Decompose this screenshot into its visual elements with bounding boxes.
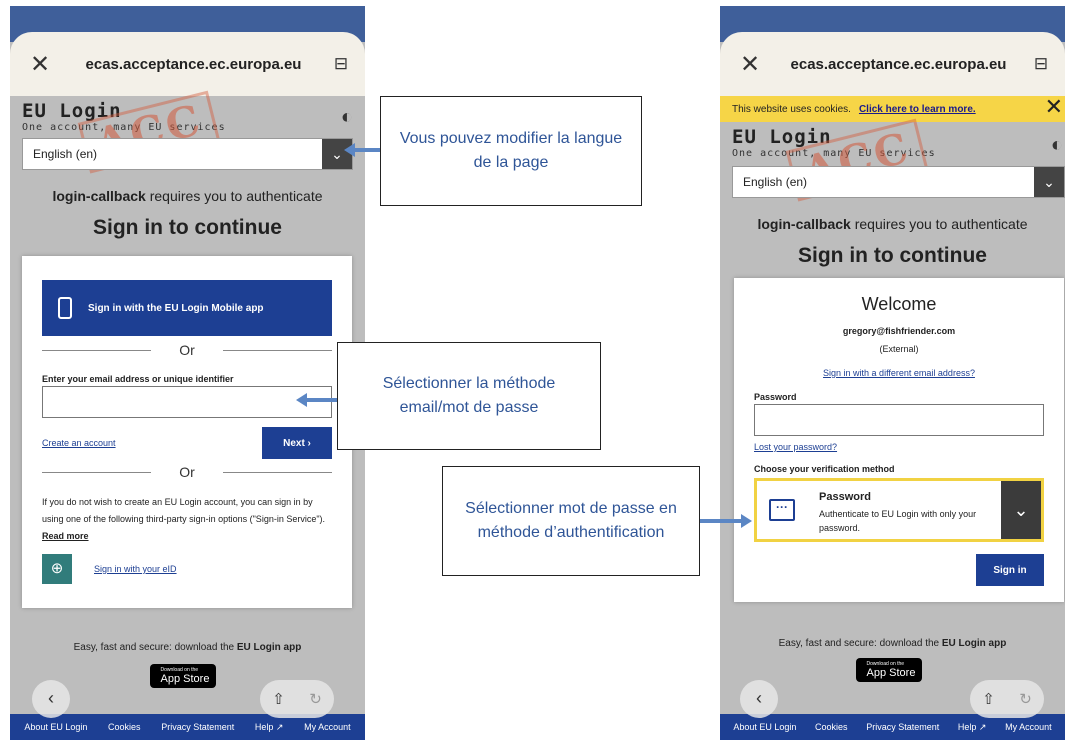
share-icon[interactable]: ⇧ [982, 690, 995, 708]
footer-about[interactable]: About EU Login [24, 722, 87, 732]
download-text: Easy, fast and secure: download the EU L… [10, 642, 365, 653]
tabs-icon[interactable]: ⊟ [1017, 54, 1065, 74]
phone-icon [42, 297, 88, 319]
footer-about[interactable]: About EU Login [733, 722, 796, 732]
footer-account[interactable]: My Account [304, 722, 351, 732]
lost-password-link[interactable]: Lost your password? [754, 442, 837, 452]
login-card: Welcome gregory@fishfriender.com (Extern… [734, 278, 1064, 602]
language-value: English (en) [743, 175, 808, 189]
language-select[interactable]: English (en) ⌄ [22, 138, 353, 170]
contrast-icon[interactable]: ◐ [341, 106, 353, 129]
login-card: Sign in with the EU Login Mobile app Or … [22, 256, 352, 608]
app-store-badge[interactable]: Download on the App Store [856, 658, 922, 682]
footer-help[interactable]: Help ↗ [958, 722, 987, 733]
app-store-badge[interactable]: Download on the App Store [150, 664, 216, 688]
page-title: Sign in to continue [798, 244, 987, 267]
download-text: Easy, fast and secure: download the EU L… [720, 638, 1065, 649]
password-label: Password [754, 392, 797, 402]
contrast-icon[interactable]: ◐ [1051, 134, 1063, 157]
create-account-link[interactable]: Create an account [42, 438, 116, 448]
or-divider-2: Or [42, 464, 332, 480]
chevron-down-icon[interactable]: ⌄ [1034, 167, 1064, 197]
choose-method-label: Choose your verification method [754, 464, 895, 474]
or-text: Or [179, 342, 195, 358]
welcome-title: Welcome [861, 294, 937, 314]
canvas: ✕ ecas.acceptance.ec.europa.eu ⊟ EU Logi… [0, 0, 1065, 742]
auth-text: requires you to authenticate [145, 188, 323, 204]
footer-account[interactable]: My Account [1005, 722, 1052, 732]
auth-text: requires you to authenticate [850, 216, 1028, 232]
arrow-password-method [700, 514, 752, 528]
phone-screenshot-left: ✕ ecas.acceptance.ec.europa.eu ⊟ EU Logi… [10, 6, 365, 740]
cookie-link[interactable]: Click here to learn more. [859, 104, 976, 115]
arrow-email-method [296, 393, 337, 407]
reload-icon[interactable]: ↻ [1019, 690, 1032, 708]
page-title: Sign in to continue [93, 216, 282, 239]
arrow-language [344, 143, 380, 157]
footer-cookies[interactable]: Cookies [108, 722, 141, 732]
appstore-text: App Store [866, 666, 916, 679]
globe-icon[interactable]: ⊕ [42, 554, 72, 584]
mobile-app-button[interactable]: Sign in with the EU Login Mobile app [42, 280, 332, 336]
password-dots-icon: ··· [769, 499, 795, 521]
footer-help[interactable]: Help ↗ [255, 722, 284, 733]
email-label: Enter your email address or unique ident… [42, 374, 234, 384]
footer-cookies[interactable]: Cookies [815, 722, 848, 732]
note-password-method: Sélectionner mot de passe en méthode d’a… [442, 466, 700, 576]
user-email: gregory@fishfriender.com [842, 326, 956, 336]
back-icon[interactable]: ‹ [32, 680, 70, 718]
language-select[interactable]: English (en) ⌄ [732, 166, 1065, 198]
auth-app-name: login-callback [757, 216, 851, 232]
back-icon[interactable]: ‹ [740, 680, 778, 718]
appstore-text: App Store [160, 672, 210, 685]
eid-link[interactable]: Sign in with your eID [94, 564, 177, 574]
close-cookie-icon[interactable]: ✕ [1045, 94, 1063, 120]
reload-icon[interactable]: ↻ [309, 690, 322, 708]
or-text-2: Or [179, 464, 195, 480]
auth-requirement: login-callback requires you to authentic… [10, 188, 365, 204]
download-app-name: EU Login app [941, 638, 1007, 649]
browser-actions: ⇧ ↻ [970, 680, 1044, 718]
footer-privacy[interactable]: Privacy Statement [866, 722, 939, 732]
url-text[interactable]: ecas.acceptance.ec.europa.eu [70, 56, 317, 73]
address-bar: ✕ ecas.acceptance.ec.europa.eu ⊟ [10, 32, 365, 96]
download-label: Easy, fast and secure: download the [778, 638, 942, 649]
user-type: (External) [879, 344, 919, 354]
download-label: Easy, fast and secure: download the [73, 642, 237, 653]
or-divider: Or [42, 342, 332, 358]
footer-privacy[interactable]: Privacy Statement [161, 722, 234, 732]
third-party-text: If you do not wish to create an EU Login… [42, 497, 326, 524]
note-language: Vous pouvez modifier la langue de la pag… [380, 96, 642, 206]
share-icon[interactable]: ⇧ [272, 690, 285, 708]
cookie-banner: This website uses cookies. Click here to… [720, 94, 1065, 122]
next-button[interactable]: Next › [262, 427, 332, 459]
third-party-paragraph: If you do not wish to create an EU Login… [42, 494, 334, 545]
email-input[interactable] [42, 386, 332, 418]
close-icon[interactable]: ✕ [720, 50, 780, 79]
tabs-icon[interactable]: ⊟ [317, 54, 365, 74]
close-icon[interactable]: ✕ [10, 50, 70, 79]
password-input[interactable] [754, 404, 1044, 436]
different-email-link[interactable]: Sign in with a different email address? [734, 368, 1064, 378]
note-email-method: Sélectionner la méthode email/mot de pas… [337, 342, 601, 450]
address-bar: ✕ ecas.acceptance.ec.europa.eu ⊟ [720, 32, 1065, 96]
read-more-link[interactable]: Read more [42, 531, 89, 541]
url-text[interactable]: ecas.acceptance.ec.europa.eu [780, 56, 1017, 73]
method-description: Authenticate to EU Login with only your … [819, 509, 977, 533]
method-title: Password [819, 491, 871, 503]
cookie-text: This website uses cookies. [732, 103, 851, 115]
download-app-name: EU Login app [236, 642, 302, 653]
verification-method-select[interactable]: ··· Password Authenticate to EU Login wi… [754, 478, 1044, 542]
language-value: English (en) [33, 147, 98, 161]
auth-app-name: login-callback [52, 188, 146, 204]
phone-screenshot-right: ✕ ecas.acceptance.ec.europa.eu ⊟ This we… [720, 6, 1065, 740]
auth-requirement: login-callback requires you to authentic… [720, 216, 1065, 232]
sign-in-button[interactable]: Sign in [976, 554, 1044, 586]
chevron-down-icon[interactable]: ⌄ [1001, 481, 1041, 539]
mobile-app-label: Sign in with the EU Login Mobile app [88, 302, 264, 314]
browser-actions: ⇧ ↻ [260, 680, 334, 718]
